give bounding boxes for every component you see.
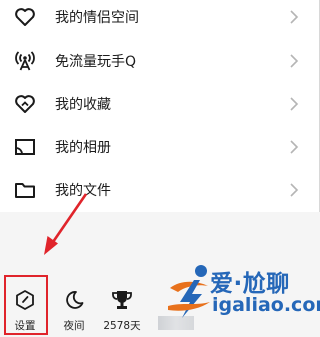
menu-item-label: 我的情侣空间 bbox=[55, 10, 139, 26]
settings-highlight-box bbox=[4, 275, 48, 335]
menu-item-label: 我的收藏 bbox=[55, 97, 111, 113]
signal-tower-icon bbox=[14, 50, 36, 72]
menu-item-files[interactable]: 我的文件 bbox=[0, 170, 319, 210]
folder-icon bbox=[14, 179, 36, 201]
heart-icon bbox=[14, 6, 36, 28]
watermark-logo-icon bbox=[168, 265, 210, 318]
watermark-url: igaliao.com bbox=[212, 294, 320, 316]
watermark: 爱·尬聊 igaliao.com bbox=[166, 260, 320, 324]
photo-album-icon bbox=[14, 136, 36, 158]
chevron-right-icon bbox=[287, 53, 301, 69]
menu-item-favorites[interactable]: 我的收藏 bbox=[0, 84, 319, 124]
chevron-right-icon bbox=[287, 182, 301, 198]
trophy-icon bbox=[110, 288, 134, 312]
menu-item-couple-space[interactable]: 我的情侣空间 bbox=[0, 0, 319, 37]
chevron-right-icon bbox=[287, 139, 301, 155]
menu-item-free-data[interactable]: 免流量玩手Q bbox=[0, 41, 319, 81]
moon-icon bbox=[62, 288, 86, 312]
menu-item-label: 我的文件 bbox=[55, 183, 111, 199]
menu-item-label: 免流量玩手Q bbox=[55, 54, 137, 70]
chevron-right-icon bbox=[287, 9, 301, 25]
watermark-title: 爱·尬聊 bbox=[210, 271, 290, 297]
menu-item-album[interactable]: 我的相册 bbox=[0, 127, 319, 167]
menu-list: 我的情侣空间 免流量玩手Q 我的收藏 我的相册 我的文件 bbox=[0, 0, 320, 212]
menu-item-label: 我的相册 bbox=[55, 140, 111, 156]
night-mode-button[interactable]: 夜间 bbox=[59, 288, 89, 333]
favorite-heart-icon bbox=[14, 93, 36, 115]
days-label: 2578天 bbox=[103, 320, 141, 332]
chevron-right-icon bbox=[287, 96, 301, 112]
night-label: 夜间 bbox=[63, 320, 85, 332]
days-badge-button[interactable]: 2578天 bbox=[100, 288, 144, 333]
